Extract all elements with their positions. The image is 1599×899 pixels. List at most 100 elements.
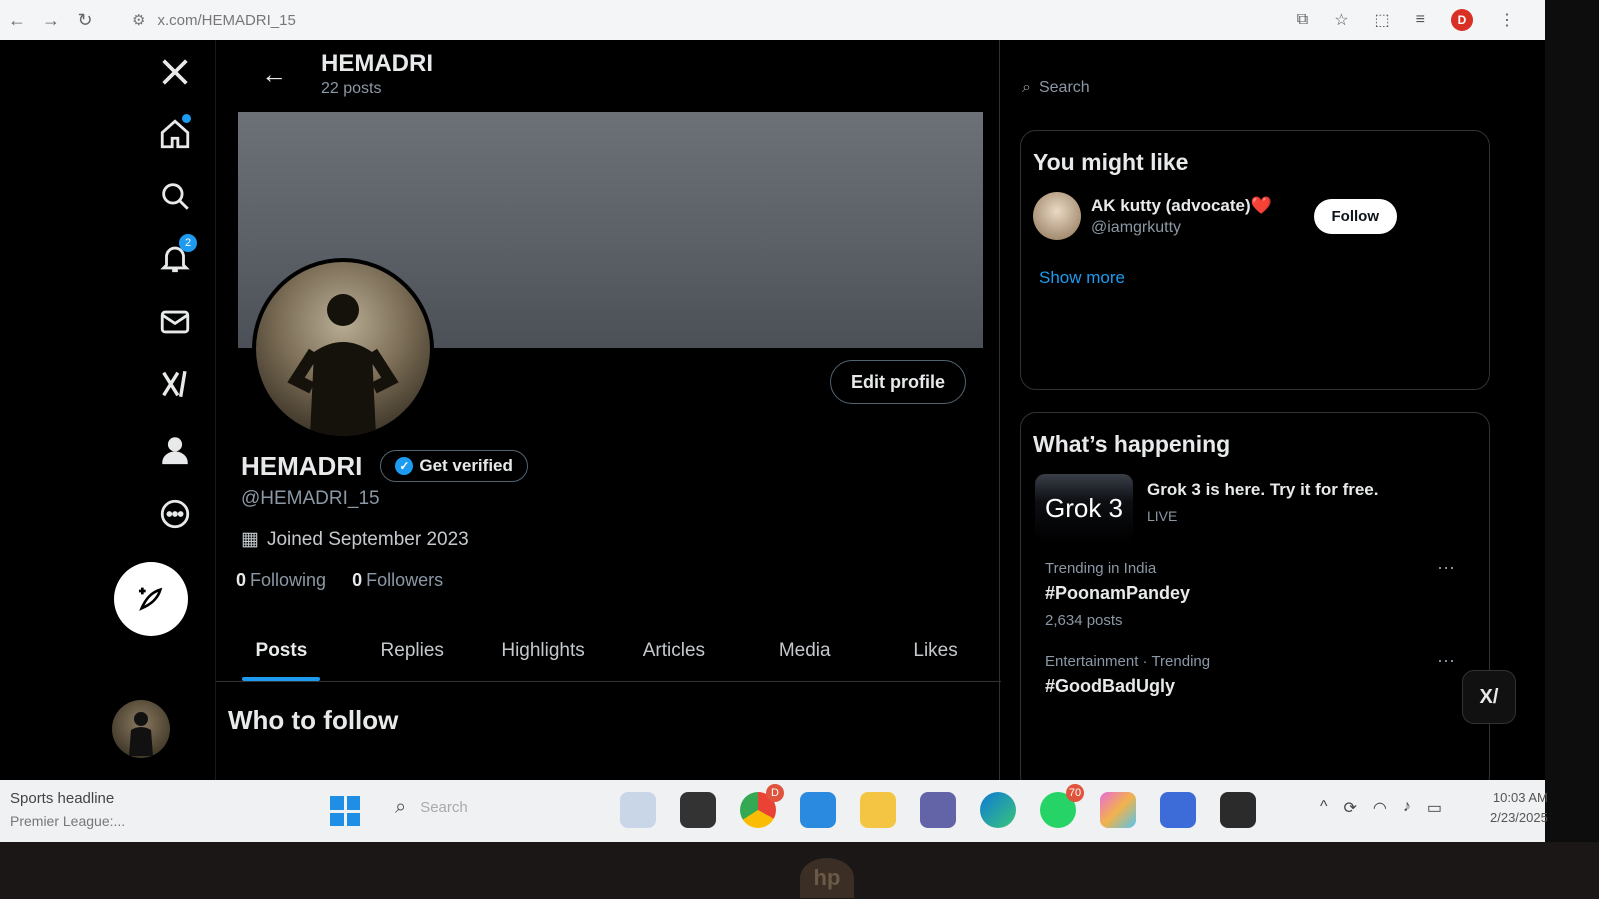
taskbar-clock[interactable]: 10:03 AM 2/23/2025 (1490, 788, 1548, 828)
edge-icon[interactable] (980, 792, 1016, 828)
browser-forward-icon[interactable]: → (34, 10, 68, 31)
grok-promo[interactable]: Grok 3 Grok 3 is here. Try it for free. … (1021, 468, 1489, 548)
tab-posts[interactable]: Posts (216, 620, 347, 681)
suggested-user-handle: @iamgrkutty (1091, 218, 1182, 236)
search-icon[interactable] (155, 176, 195, 216)
taskbar-search[interactable]: ⌕ Search (395, 796, 468, 819)
news-widget[interactable]: Sports headline Premier League:... (10, 788, 125, 832)
taskbar-search-placeholder: Search (420, 799, 468, 816)
tab-replies[interactable]: Replies (347, 620, 478, 681)
teams-icon[interactable] (920, 792, 956, 828)
x-app: 2 ← HEMADRI 22 posts Edit profile HEMADR… (0, 40, 1545, 792)
search-input[interactable]: ⌕ Search (1010, 70, 1490, 106)
x-logo-icon[interactable] (155, 52, 195, 92)
windows-taskbar: Sports headline Premier League:... ⌕ Sea… (0, 780, 1548, 842)
file-app-icon[interactable] (680, 792, 716, 828)
following-link[interactable]: 0 Following (236, 570, 326, 591)
news-title: Sports headline (10, 790, 115, 807)
install-icon[interactable]: ⧉ (1297, 11, 1308, 29)
grok-promo-title: Grok 3 is here. Try it for free. (1147, 480, 1379, 499)
browser-back-icon[interactable]: ← (0, 10, 34, 31)
search-placeholder: Search (1038, 79, 1090, 96)
tab-articles[interactable]: Articles (608, 620, 739, 681)
followers-label: Followers (366, 570, 444, 590)
vscode-icon[interactable] (800, 792, 836, 828)
follow-button[interactable]: Follow (1313, 198, 1397, 234)
tab-media[interactable]: Media (739, 620, 870, 681)
compose-icon (139, 587, 163, 611)
terminal-icon[interactable] (1220, 792, 1256, 828)
browser-toolbar: ← → ↻ ⚙ x.com/HEMADRI_15 ⧉ ☆ ⬚ ≡ D ⋮ (0, 0, 1545, 40)
person-icon[interactable] (155, 430, 195, 470)
volume-icon[interactable]: ♪ (1403, 798, 1411, 818)
suggested-user[interactable]: AK kutty (advocate)❤️ @iamgrkutty Follow (1021, 186, 1489, 246)
copilot-icon[interactable] (1100, 792, 1136, 828)
profile-handle: @HEMADRI_15 (241, 488, 380, 509)
battery-icon[interactable]: ▭ (1427, 798, 1442, 818)
notification-badge: 2 (179, 234, 197, 252)
more-icon[interactable] (155, 494, 195, 534)
tray-expand-icon[interactable]: ^ (1320, 798, 1328, 818)
grok-thumbnail: Grok 3 (1035, 474, 1133, 542)
profile-main-column: ← HEMADRI 22 posts Edit profile HEMADRI … (215, 40, 1001, 780)
profile-display-name: HEMADRI (241, 450, 363, 481)
address-bar[interactable]: ⚙ x.com/HEMADRI_15 (132, 11, 296, 30)
trend-item[interactable]: Entertainment · Trending #GoodBadUgly ⋯ (1021, 641, 1489, 709)
weather-app-icon[interactable] (620, 792, 656, 828)
site-info-icon[interactable]: ⚙ (132, 11, 145, 29)
home-icon[interactable] (155, 114, 195, 154)
account-avatar[interactable] (112, 700, 170, 758)
grok-floating-button[interactable]: X/ (1462, 670, 1516, 724)
tab-highlights[interactable]: Highlights (478, 620, 609, 681)
joined-text: Joined September 2023 (266, 528, 469, 550)
extensions-icon[interactable]: ⬚ (1375, 10, 1390, 30)
get-verified-label: Get verified (419, 456, 513, 475)
browser-menu-icon[interactable]: ⋮ (1499, 10, 1515, 30)
trend-meta: Entertainment · Trending (1045, 653, 1211, 670)
whats-happening-card: What’s happening Grok 3 Grok 3 is here. … (1020, 412, 1490, 792)
profile-tabs: Posts Replies Highlights Articles Media … (216, 620, 1001, 682)
trend-more-icon[interactable]: ⋯ (1437, 558, 1455, 579)
clock-time: 10:03 AM (1492, 790, 1548, 805)
url-text: x.com/HEMADRI_15 (157, 11, 296, 29)
verified-check-icon: ✓ (395, 457, 414, 475)
header-post-count: 22 posts (321, 80, 382, 97)
tab-likes[interactable]: Likes (870, 620, 1001, 681)
trend-item[interactable]: Trending in India #PoonamPandey 2,634 po… (1021, 548, 1489, 641)
you-might-like-title: You might like (1033, 149, 1189, 175)
browser-profile-avatar[interactable]: D (1451, 9, 1473, 31)
edit-profile-button[interactable]: Edit profile (830, 360, 966, 404)
screen-bezel (1545, 0, 1599, 842)
store-icon[interactable] (1160, 792, 1196, 828)
reading-list-icon[interactable]: ≡ (1416, 11, 1425, 29)
bell-icon[interactable]: 2 (155, 234, 197, 278)
system-tray: ^ ⟳ ◠ ♪ ▭ (1320, 798, 1442, 818)
show-more-link[interactable]: Show more (1021, 246, 1489, 310)
suggested-user-avatar[interactable] (1033, 192, 1081, 240)
start-button[interactable] (330, 796, 360, 826)
trend-more-icon[interactable]: ⋯ (1437, 651, 1455, 672)
following-label: Following (250, 570, 327, 590)
followers-link[interactable]: 0 Followers (352, 570, 443, 591)
bookmark-star-icon[interactable]: ☆ (1334, 10, 1348, 30)
sync-icon[interactable]: ⟳ (1344, 798, 1357, 818)
right-sidebar: ⌕ Search You might like AK kutty (advoca… (1010, 40, 1520, 792)
profile-avatar[interactable] (252, 258, 434, 440)
file-explorer-icon[interactable] (860, 792, 896, 828)
whatsapp-icon[interactable]: 70 (1040, 784, 1084, 828)
who-to-follow-title: Who to follow (228, 705, 399, 735)
mail-icon[interactable] (155, 302, 195, 342)
following-count: 0 (236, 570, 247, 590)
trend-tag: #PoonamPandey (1045, 583, 1191, 603)
profile-header-bar: ← HEMADRI 22 posts (216, 40, 999, 108)
joined-date: ▦ Joined September 2023 (241, 528, 469, 551)
grok-icon[interactable] (155, 364, 195, 404)
get-verified-button[interactable]: ✓ Get verified (380, 450, 528, 482)
wifi-icon[interactable]: ◠ (1373, 798, 1387, 818)
header-title: HEMADRI (321, 50, 433, 77)
back-arrow-icon[interactable]: ← (261, 59, 321, 90)
chrome-icon[interactable]: D (740, 784, 784, 828)
grok-live-label: LIVE (1147, 508, 1178, 524)
compose-post-button[interactable] (114, 562, 188, 636)
browser-reload-icon[interactable]: ↻ (68, 10, 102, 31)
